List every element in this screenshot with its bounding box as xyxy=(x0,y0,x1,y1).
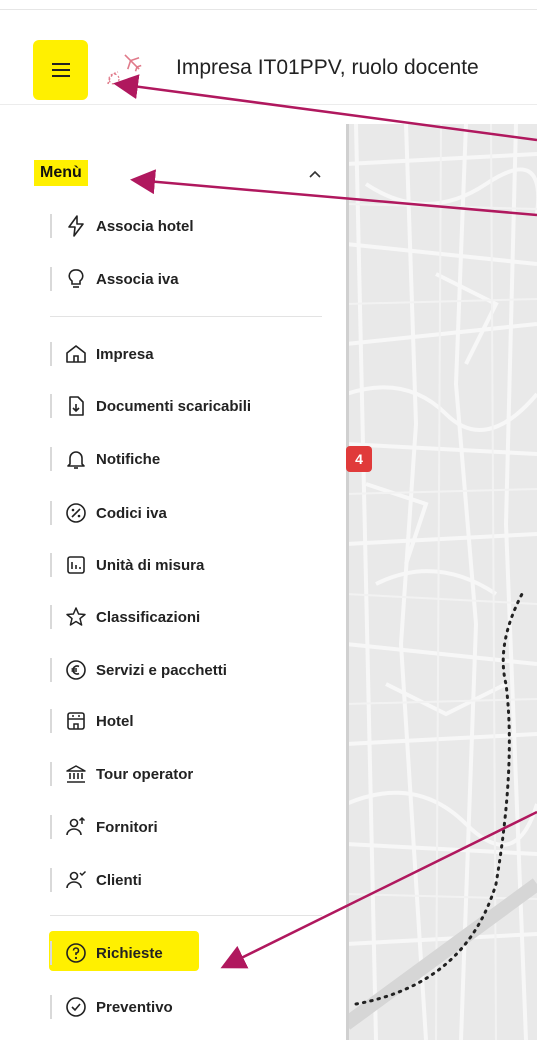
sidebar-item-servizi-e-pacchetti[interactable]: Servizi e pacchetti xyxy=(50,655,340,685)
sidebar-item-label: Clienti xyxy=(96,872,142,889)
sidebar-item-hotel[interactable]: Hotel xyxy=(50,706,340,736)
document-download-icon xyxy=(64,394,88,418)
sidebar-item-preventivo[interactable]: Preventivo xyxy=(50,992,340,1022)
item-indent-bar xyxy=(50,214,52,238)
item-indent-bar xyxy=(50,995,52,1019)
sidebar-item-fornitori[interactable]: Fornitori xyxy=(50,812,340,842)
item-indent-bar xyxy=(50,501,52,525)
item-indent-bar xyxy=(50,941,52,965)
sidebar-divider xyxy=(346,124,349,1040)
item-indent-bar xyxy=(50,447,52,471)
item-indent-bar xyxy=(50,762,52,786)
map-illustration xyxy=(346,124,537,1040)
star-icon xyxy=(64,605,88,629)
bar-chart-icon xyxy=(64,553,88,577)
sidebar-item-codici-iva[interactable]: Codici iva xyxy=(50,498,340,528)
question-circle-icon xyxy=(64,941,88,965)
sidebar-item-unita-di-misura[interactable]: Unità di misura xyxy=(50,550,340,580)
sidebar-item-label: Servizi e pacchetti xyxy=(96,662,227,679)
item-indent-bar xyxy=(50,553,52,577)
item-indent-bar xyxy=(50,709,52,733)
sidebar-item-label: Richieste xyxy=(96,945,163,962)
notification-count-badge: 4 xyxy=(346,446,372,472)
sidebar-item-impresa[interactable]: Impresa xyxy=(50,339,340,369)
hotel-icon xyxy=(64,709,88,733)
sidebar-item-associa-hotel[interactable]: Associa hotel xyxy=(50,211,340,241)
sidebar-item-label: Impresa xyxy=(96,346,154,363)
home-icon xyxy=(64,342,88,366)
percent-icon xyxy=(64,501,88,525)
sidebar-item-richieste[interactable]: Richieste xyxy=(50,938,340,968)
chevron-up-icon xyxy=(309,170,321,178)
check-circle-icon xyxy=(64,995,88,1019)
menu-divider xyxy=(50,915,322,916)
sidebar-item-label: Associa hotel xyxy=(96,218,194,235)
lightbulb-icon xyxy=(64,267,88,291)
sidebar-item-clienti[interactable]: Clienti xyxy=(50,865,340,895)
bank-icon xyxy=(64,762,88,786)
user-up-icon xyxy=(64,815,88,839)
sidebar-item-notifiche[interactable]: Notifiche 4 xyxy=(50,444,372,474)
sidebar-item-label: Preventivo xyxy=(96,999,173,1016)
sidebar-item-label: Codici iva xyxy=(96,505,167,522)
sidebar-item-documenti-scaricabili[interactable]: Documenti scaricabili xyxy=(50,391,340,421)
menu-divider xyxy=(50,316,322,317)
page-title: Impresa IT01PPV, ruolo docente xyxy=(176,56,479,79)
sidebar-item-label: Classificazioni xyxy=(96,609,201,626)
sidebar-item-label: Fornitori xyxy=(96,819,158,836)
sidebar-item-label: Hotel xyxy=(96,713,134,730)
sidebar-item-label: Documenti scaricabili xyxy=(96,398,252,415)
hamburger-menu-button[interactable] xyxy=(33,40,88,100)
user-check-icon xyxy=(64,868,88,892)
sidebar-item-label: Associa iva xyxy=(96,271,179,288)
item-indent-bar xyxy=(50,658,52,682)
sidebar-item-label: Tour operator xyxy=(96,766,194,783)
menu-section-header[interactable]: Menù xyxy=(34,160,334,196)
item-indent-bar xyxy=(50,267,52,291)
item-indent-bar xyxy=(50,342,52,366)
lightning-icon xyxy=(64,214,88,238)
airplane-logo-icon xyxy=(107,54,142,85)
item-indent-bar xyxy=(50,815,52,839)
sidebar-item-label: Unità di misura xyxy=(96,557,205,574)
sidebar-item-associa-iva[interactable]: Associa iva xyxy=(50,264,340,294)
hamburger-icon xyxy=(51,63,70,77)
bell-icon xyxy=(64,447,88,471)
item-indent-bar xyxy=(50,868,52,892)
euro-icon xyxy=(64,658,88,682)
item-indent-bar xyxy=(50,605,52,629)
sidebar-item-label: Notifiche xyxy=(96,451,161,468)
map-background xyxy=(346,124,537,1040)
menu-title: Menù xyxy=(34,160,88,186)
sidebar-item-classificazioni[interactable]: Classificazioni xyxy=(50,602,340,632)
item-indent-bar xyxy=(50,394,52,418)
sidebar-item-tour-operator[interactable]: Tour operator xyxy=(50,759,340,789)
app-header: Impresa IT01PPV, ruolo docente xyxy=(0,10,537,105)
